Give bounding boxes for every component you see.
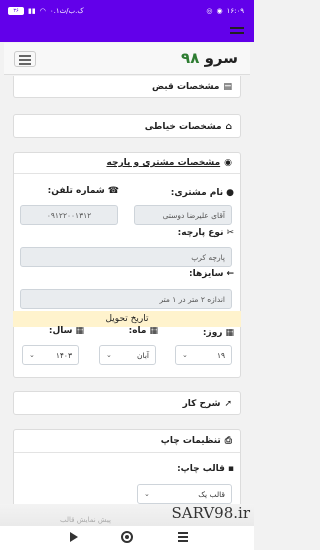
printer-icon: ⎙ bbox=[224, 436, 232, 446]
wifi-icon: ◠ bbox=[39, 7, 46, 15]
month-select[interactable]: آبان ⌄ bbox=[99, 345, 156, 365]
template-preview-hint: پیش نمایش قالب bbox=[60, 516, 111, 524]
navbar-toggle-button[interactable] bbox=[14, 51, 36, 67]
print-template-select[interactable]: قالب یک ⌄ bbox=[137, 484, 232, 504]
customer-name-field[interactable]: آقای علیرضا دوستی bbox=[134, 205, 232, 225]
back-icon[interactable] bbox=[70, 532, 78, 542]
brand-logo[interactable]: سرو ۹۸ bbox=[181, 49, 238, 67]
battery-icon: ۳۶ bbox=[8, 7, 24, 15]
description-section[interactable]: ➚ شرح کار bbox=[13, 391, 241, 415]
app-bar bbox=[0, 24, 254, 42]
description-section-title: شرح کار bbox=[182, 399, 221, 409]
month-label: ▦ ماه: bbox=[128, 326, 158, 336]
fabric-type-field[interactable]: پارچه کرپ bbox=[20, 247, 232, 267]
brand-number: ۹۸ bbox=[181, 49, 200, 67]
signal-icon: ▮▮ bbox=[28, 7, 36, 15]
day-label: ▦ روز: bbox=[202, 328, 234, 338]
recents-icon[interactable] bbox=[178, 532, 188, 542]
year-select[interactable]: ۱۴۰۳ ⌄ bbox=[22, 345, 79, 365]
chevron-down-icon: ⌄ bbox=[182, 351, 188, 359]
speed-text: ۰.۱ک.ب/ث bbox=[49, 7, 84, 15]
fabric-icon: ✂ bbox=[226, 228, 234, 238]
phone-field[interactable]: ۰۹۱۲۲۰۰۱۳۱۲ bbox=[20, 205, 118, 225]
arrow-left-icon: ← bbox=[226, 269, 234, 279]
rocket-icon: ➚ bbox=[224, 399, 232, 409]
tailor-section[interactable]: ⌂ مشخصات خیاطی bbox=[13, 114, 241, 138]
sizes-label: ← سایزها: bbox=[189, 269, 234, 279]
receipt-icon: ▤ bbox=[223, 82, 232, 92]
home-button-icon[interactable] bbox=[121, 531, 133, 543]
site-header: سرو ۹۸ bbox=[4, 43, 250, 75]
calendar-icon: ▦ bbox=[225, 328, 234, 338]
sizes-field[interactable]: اندازه ۲ متر در ۱ متر bbox=[20, 289, 232, 309]
home-icon: ⌂ bbox=[225, 122, 232, 132]
receipt-section-title: مشخصات قبض bbox=[151, 82, 220, 92]
status-time: ۱۶:۰۹ bbox=[226, 7, 244, 15]
status-bar: ۳۶ ▮▮ ◠ ۰.۱ک.ب/ث ◎ ◉ ۱۶:۰۹ bbox=[0, 0, 254, 24]
template-icon: ▪ bbox=[227, 464, 234, 474]
instagram-icon: ◎ bbox=[206, 7, 213, 15]
menu-icon[interactable] bbox=[230, 27, 244, 39]
fabric-type-label: ✂ نوع پارچه: bbox=[177, 228, 234, 238]
chevron-down-icon: ⌄ bbox=[106, 351, 112, 359]
site-watermark: SARV98.ir bbox=[171, 504, 250, 522]
print-settings-title: تنظیمات چاپ bbox=[160, 436, 221, 446]
user-icon: ● bbox=[226, 188, 234, 198]
customer-name-label: ● نام مشتری: bbox=[170, 188, 234, 198]
customer-section-title[interactable]: مشخصات مشتری و پارچه bbox=[107, 158, 221, 168]
delivery-date-heading: تاریخ تحویل bbox=[13, 311, 241, 327]
receipt-section[interactable]: ▤ مشخصات قبض bbox=[13, 76, 241, 98]
chevron-down-icon: ⌄ bbox=[144, 490, 150, 498]
print-template-label: ▪ قالب چاپ: bbox=[177, 464, 234, 474]
brand-prefix: سرو bbox=[204, 49, 238, 67]
system-nav-bar bbox=[0, 526, 254, 550]
whatsapp-icon: ◉ bbox=[216, 7, 223, 15]
phone-label: ☎ شماره تلفن: bbox=[47, 186, 119, 196]
calendar-icon: ▦ bbox=[75, 326, 84, 336]
chevron-down-icon: ⌄ bbox=[29, 351, 35, 359]
year-label: ▦ سال: bbox=[48, 326, 84, 336]
day-select[interactable]: ۱۹ ⌄ bbox=[175, 345, 232, 365]
phone-icon: ☎ bbox=[107, 186, 119, 196]
tailor-section-title: مشخصات خیاطی bbox=[144, 122, 222, 132]
calendar-icon: ▦ bbox=[149, 326, 158, 336]
user-circle-icon: ◉ bbox=[224, 158, 232, 168]
